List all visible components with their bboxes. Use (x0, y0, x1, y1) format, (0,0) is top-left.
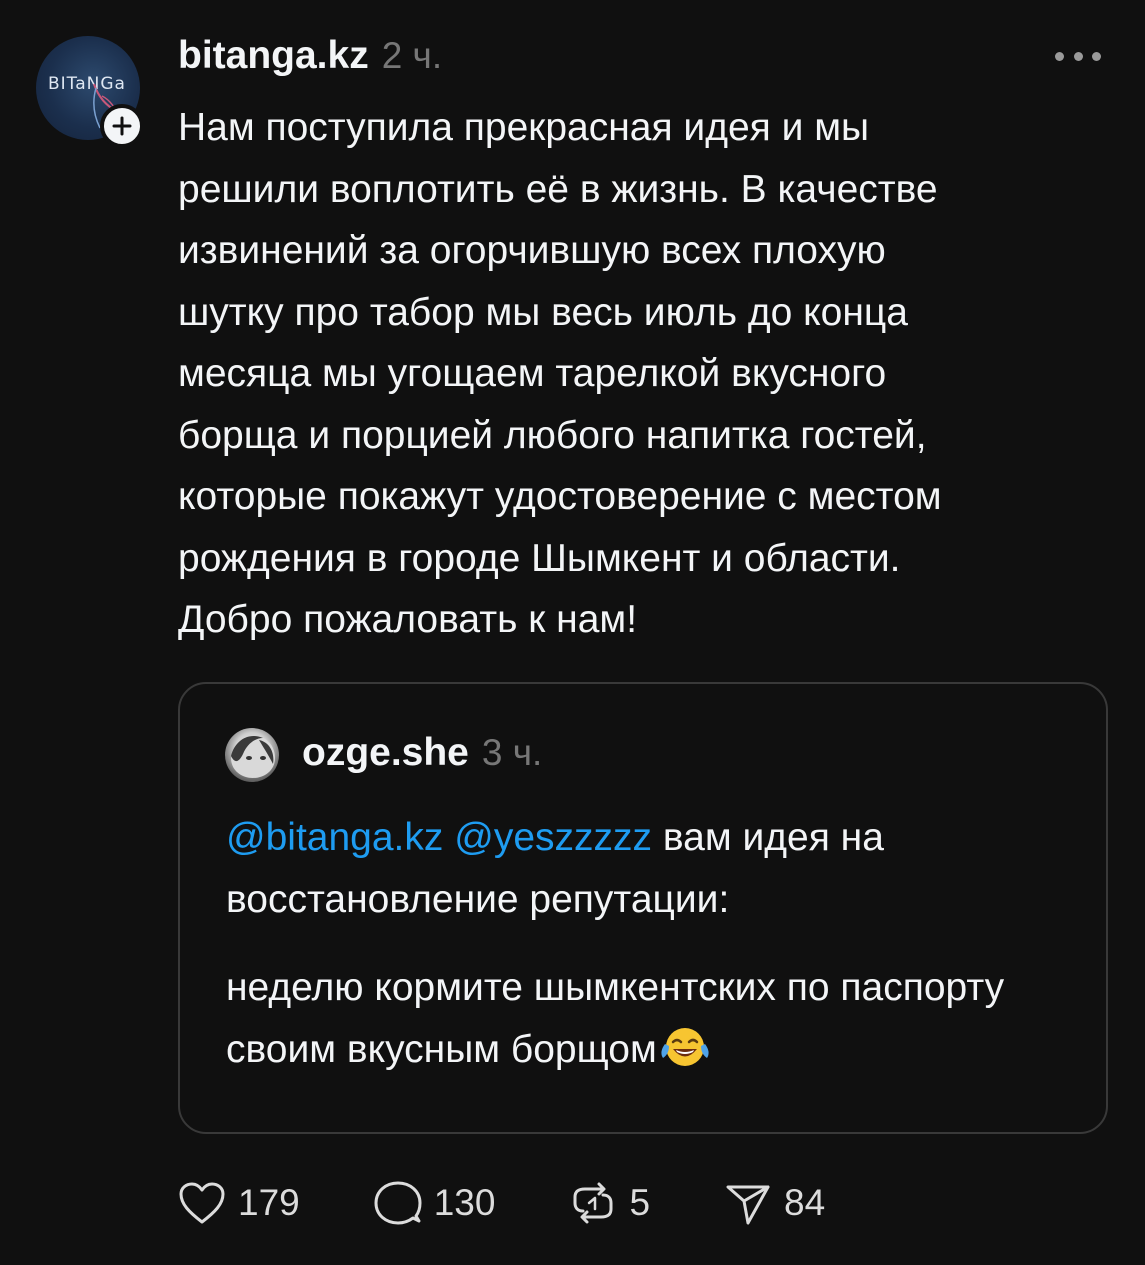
quoted-paragraph-text: неделю кормите шымкентских по паспорту с… (226, 966, 1005, 1071)
comment-icon (372, 1177, 424, 1229)
more-options-button[interactable] (1055, 44, 1101, 68)
quoted-post-time: 3 ч. (481, 732, 543, 773)
action-bar: 179 130 5 84 (176, 1175, 897, 1231)
more-dot-icon (1055, 51, 1064, 61)
quoted-header: ozge.she 3 ч. (302, 731, 542, 775)
repost-icon (567, 1177, 619, 1229)
post-time: 2 ч. (381, 35, 443, 76)
mention-link[interactable]: @bitanga.kz (226, 816, 443, 859)
share-button[interactable]: 84 (722, 1177, 825, 1229)
author-username[interactable]: bitanga.kz (178, 34, 369, 78)
send-icon (722, 1177, 774, 1229)
quoted-author-avatar[interactable] (225, 728, 279, 782)
like-count: 179 (238, 1182, 300, 1223)
heart-icon (176, 1177, 228, 1229)
quoted-post[interactable]: ozge.she 3 ч. @bitanga.kz @yeszzzzz вам … (178, 682, 1108, 1134)
follow-button[interactable] (100, 104, 144, 148)
plus-icon (112, 116, 132, 136)
share-count: 84 (784, 1182, 826, 1223)
laughing-emoji-icon (661, 1027, 709, 1066)
quoted-text: @bitanga.kz @yeszzzzz вам идея на восста… (226, 807, 1066, 1080)
reply-button[interactable]: 130 (372, 1177, 496, 1229)
post-header: bitanga.kz 2 ч. (178, 34, 442, 84)
mention-link[interactable]: @yeszzzzz (454, 816, 652, 859)
like-button[interactable]: 179 (176, 1177, 300, 1229)
more-dot-icon (1092, 51, 1101, 61)
avatar-portrait (231, 735, 275, 778)
more-dot-icon (1073, 51, 1083, 61)
quoted-author-username[interactable]: ozge.she (302, 731, 469, 775)
reply-count: 130 (433, 1182, 496, 1223)
quoted-text-paragraph: неделю кормите шымкентских по паспорту с… (226, 957, 1066, 1080)
post-text: Нам поступила прекрасная идея и мы решил… (178, 106, 942, 641)
repost-button[interactable]: 5 (567, 1177, 650, 1229)
author-avatar-wrap[interactable]: BITaNGa (36, 36, 144, 148)
repost-count: 5 (629, 1182, 651, 1223)
thread-post: BITaNGa bitanga.kz 2 ч. Нам поступила пр… (0, 0, 1145, 1265)
